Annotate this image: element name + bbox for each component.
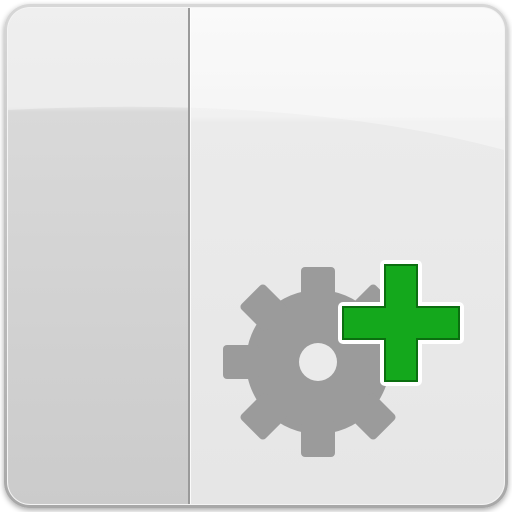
icon-canvas	[0, 0, 512, 512]
pane-divider	[188, 8, 190, 504]
add-settings-icon	[4, 4, 508, 508]
